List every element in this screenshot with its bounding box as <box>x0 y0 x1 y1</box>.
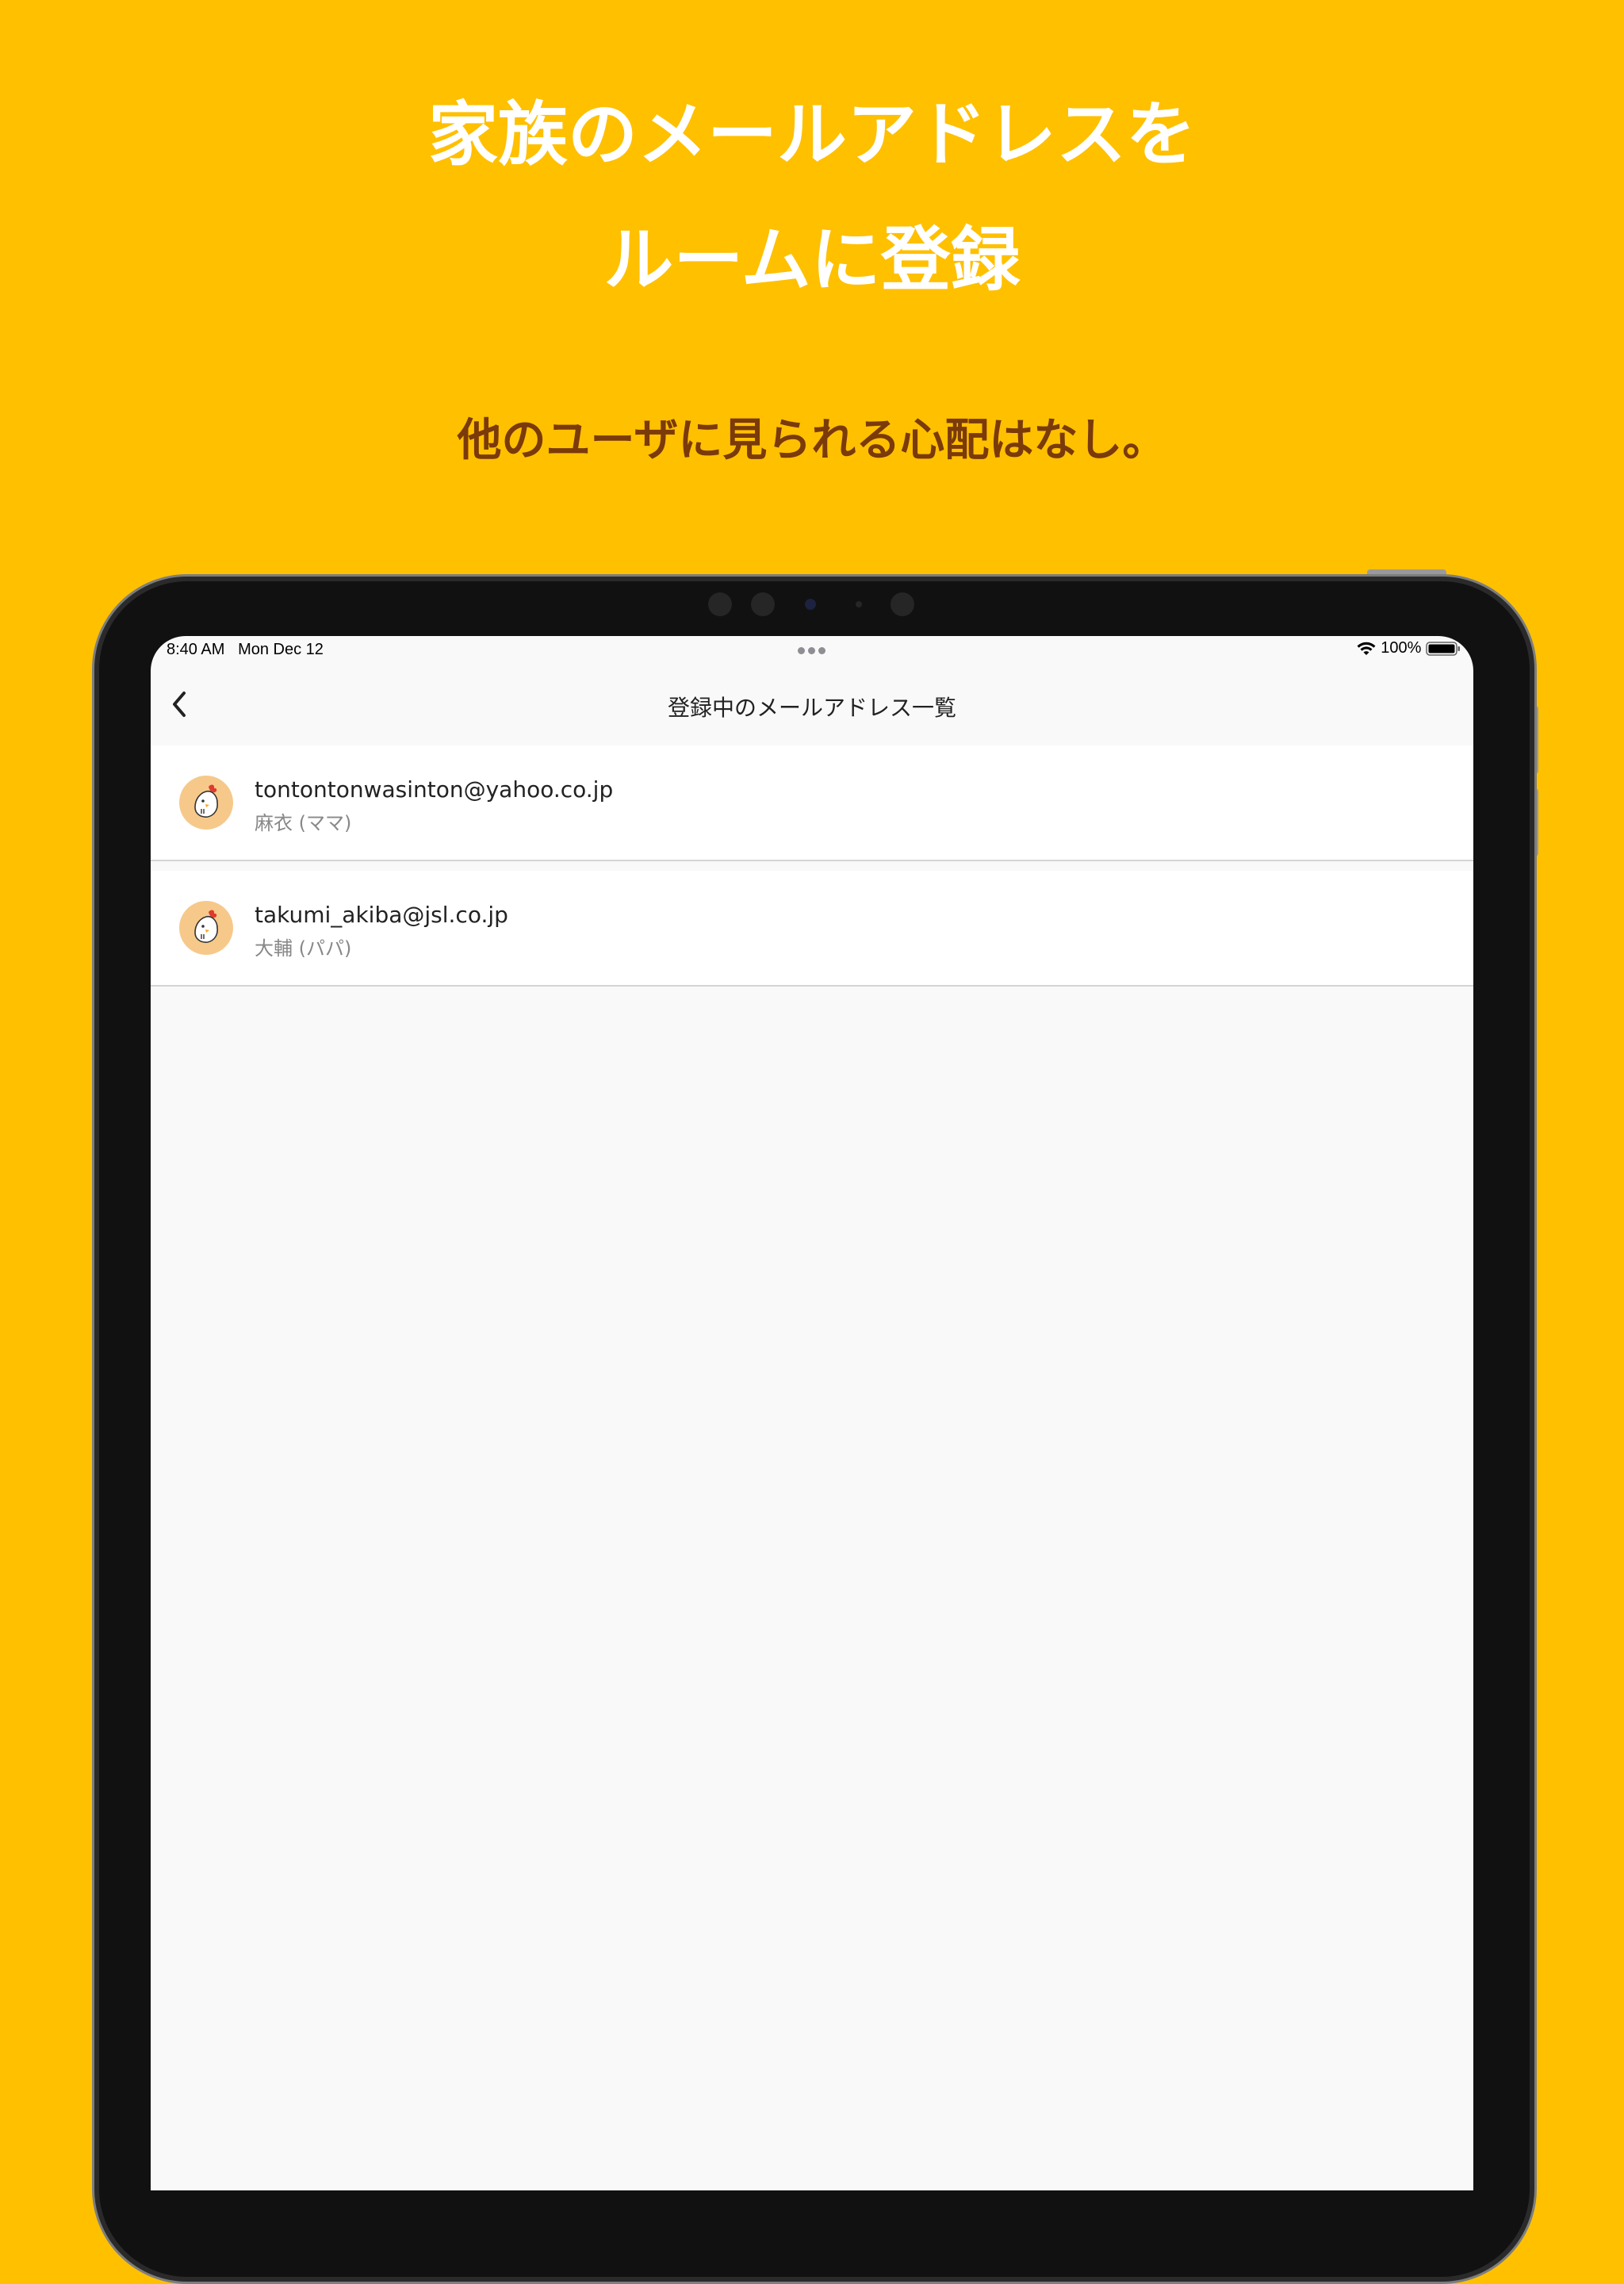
chicken-avatar-icon <box>179 776 233 830</box>
sensor-dot <box>891 592 914 616</box>
app-screen: 8:40 AM Mon Dec 12 100% 登録中のメールアドレス一覧 to… <box>151 636 1473 2190</box>
promo-subheadline: 他のユーザに見られる心配はなし。 <box>457 415 1167 466</box>
list-item[interactable]: takumi_akiba@jsl.co.jp 大輔 (パパ) <box>151 871 1473 987</box>
list-item[interactable]: tontontonwasinton@yahoo.co.jp 麻衣 (ママ) <box>151 745 1473 861</box>
battery-icon <box>1426 641 1460 656</box>
multitasking-dots-icon[interactable] <box>798 647 826 655</box>
front-camera-icon <box>805 599 816 610</box>
status-date-text: Mon Dec 12 <box>238 641 324 658</box>
status-bar: 8:40 AM Mon Dec 12 100% <box>151 636 1473 666</box>
email-address: tontontonwasinton@yahoo.co.jp <box>255 776 614 803</box>
sensor-dot <box>708 592 732 616</box>
member-name: 麻衣 (ママ) <box>255 812 352 834</box>
navigation-bar: 登録中のメールアドレス一覧 <box>151 666 1473 745</box>
promo-headline-line2: ルームに登録 <box>603 219 1021 301</box>
status-time: 8:40 AM Mon Dec 12 <box>167 641 324 659</box>
promo-headline-line1: 家族のメールアドレスを <box>427 94 1196 175</box>
sensor-dot <box>751 592 775 616</box>
status-time-text: 8:40 AM <box>167 641 225 658</box>
battery-percent: 100% <box>1381 639 1422 657</box>
status-indicators: 100% <box>1356 639 1461 661</box>
member-name: 大輔 (パパ) <box>255 937 352 960</box>
chicken-avatar-icon <box>179 901 233 955</box>
page-title: 登録中のメールアドレス一覧 <box>667 695 956 721</box>
email-list: tontontonwasinton@yahoo.co.jp 麻衣 (ママ) ta… <box>151 745 1473 996</box>
sensor-dot <box>856 601 862 607</box>
email-address: takumi_akiba@jsl.co.jp <box>255 902 508 928</box>
wifi-icon <box>1357 642 1376 655</box>
